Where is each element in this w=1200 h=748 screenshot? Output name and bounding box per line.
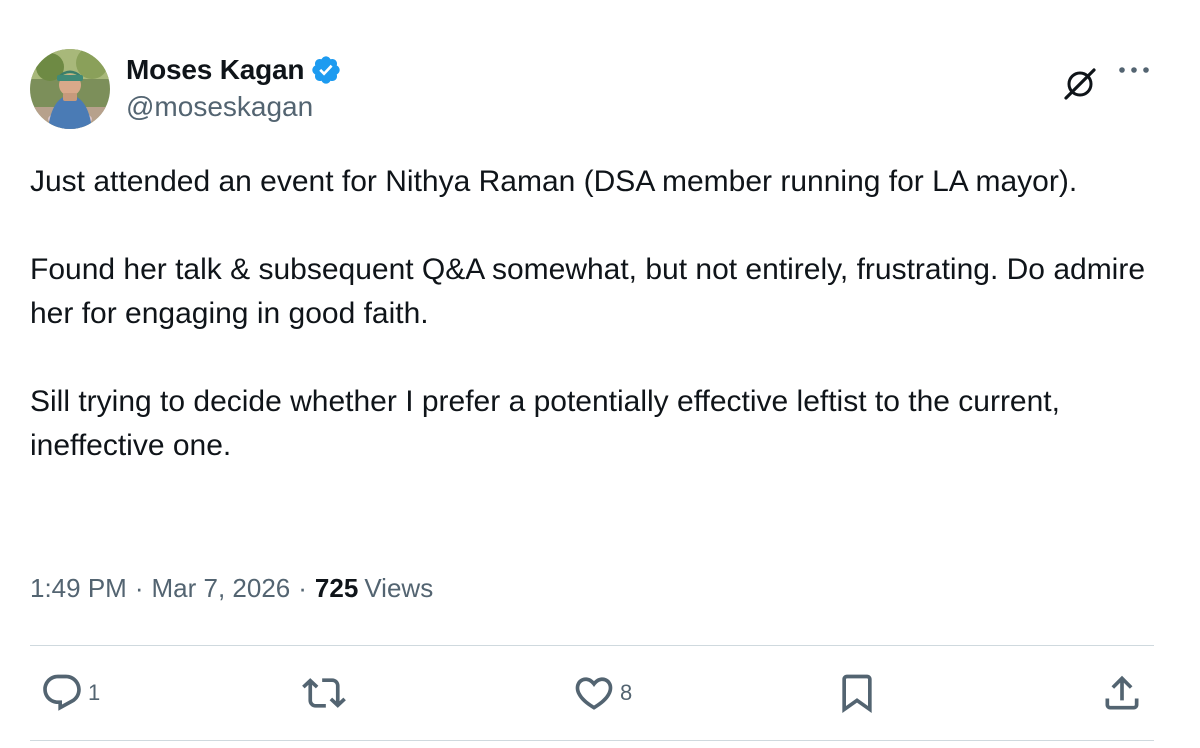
tweet-card: Moses Kagan @moseskagan Just attended an… (0, 0, 1200, 748)
meta-separator: · (298, 573, 307, 603)
tweet-paragraph: Sill trying to decide whether I prefer a… (30, 385, 1060, 462)
reply-button[interactable]: 1 (40, 668, 100, 718)
author-handle[interactable]: @moseskagan (126, 91, 313, 123)
action-bar: 1 8 (30, 668, 1154, 718)
share-button[interactable] (1100, 668, 1144, 718)
retweet-icon (302, 678, 346, 708)
author-name-row: Moses Kagan (126, 52, 342, 88)
views-label: Views (364, 573, 434, 603)
like-button[interactable]: 8 (572, 668, 632, 718)
author-display-name[interactable]: Moses Kagan (126, 54, 304, 86)
divider (30, 740, 1154, 741)
heart-icon (575, 677, 613, 710)
grok-icon[interactable] (1062, 66, 1098, 102)
tweet-time[interactable]: 1:49 PM (30, 573, 127, 604)
divider (30, 645, 1154, 646)
more-options-icon[interactable] (1116, 58, 1152, 82)
views-count: 725 (314, 573, 359, 603)
tweet-text: Just attended an event for Nithya Raman … (30, 160, 1160, 468)
avatar[interactable] (30, 49, 110, 129)
verified-badge-icon (310, 54, 342, 86)
avatar-image (30, 49, 110, 129)
reply-icon (43, 674, 81, 711)
tweet-paragraph: Just attended an event for Nithya Raman … (30, 165, 1078, 198)
reply-count: 1 (88, 680, 101, 705)
retweet-button[interactable] (302, 668, 346, 718)
share-icon (1105, 675, 1139, 710)
bookmark-button[interactable] (835, 668, 879, 718)
tweet-date[interactable]: Mar 7, 2026 (152, 573, 291, 604)
tweet-meta: 1:49 PM · Mar 7, 2026 · 725 Views (30, 573, 433, 604)
meta-separator: · (134, 573, 144, 603)
like-count: 8 (620, 680, 633, 705)
tweet-paragraph: Found her talk & subsequent Q&A somewhat… (30, 253, 1146, 330)
bookmark-icon (842, 674, 872, 714)
